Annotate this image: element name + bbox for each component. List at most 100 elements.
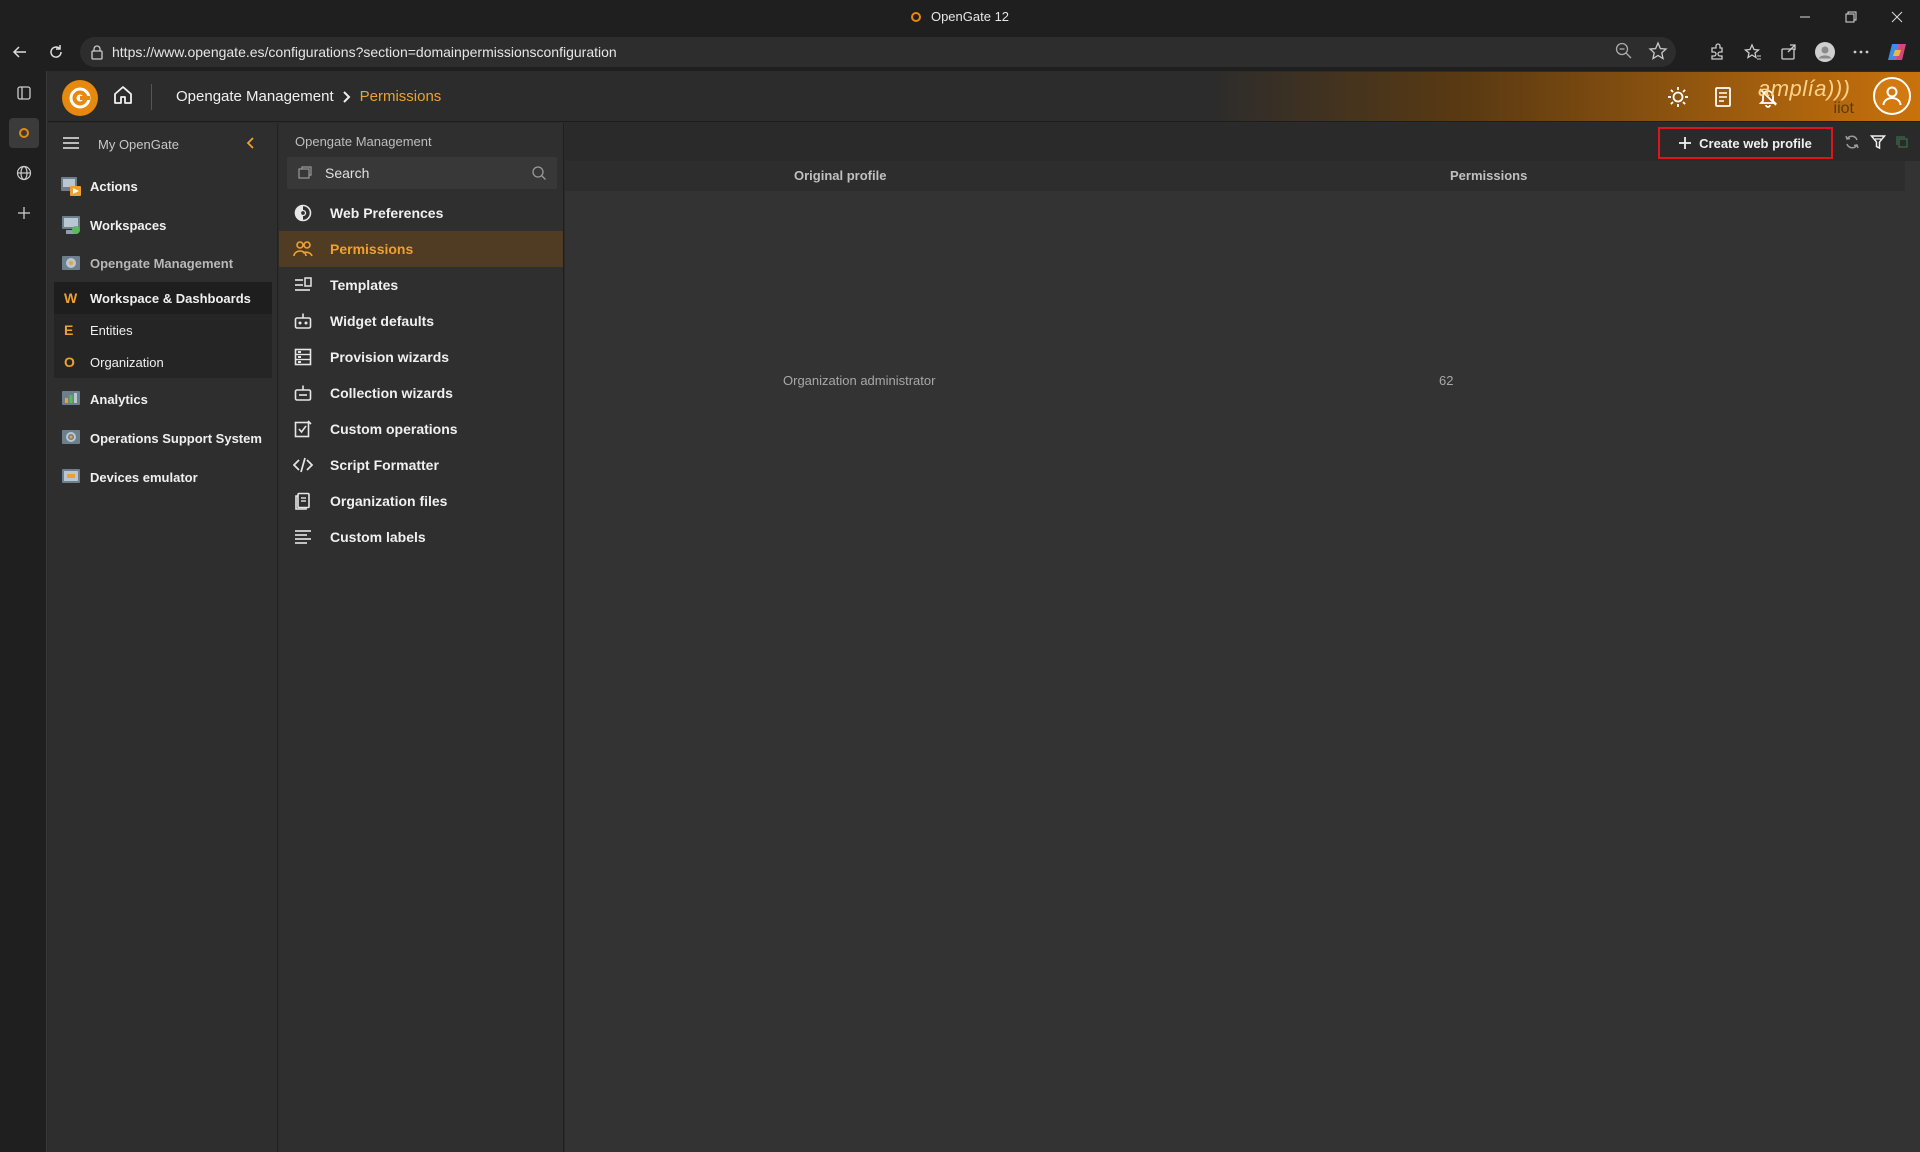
subitem-label: Entities (90, 322, 133, 338)
breadcrumb-item-permissions: Permissions (359, 88, 442, 105)
more-options-icon[interactable] (1846, 36, 1876, 68)
submenu-search[interactable] (287, 157, 557, 189)
main-content: Create web profile Original profile Perm… (565, 123, 1920, 1152)
cell-permissions-count: 62 (1439, 373, 1454, 388)
submenu-item-organization-files[interactable]: Organization files (279, 483, 563, 519)
back-button[interactable] (2, 36, 38, 68)
favorite-star-icon[interactable] (1648, 41, 1668, 61)
cell-original-profile: Organization administrator (783, 373, 936, 388)
nav-item-oss[interactable]: Operations Support System (48, 420, 278, 456)
left-menu-title[interactable]: My OpenGate (98, 137, 179, 152)
users-group-icon (293, 240, 313, 258)
submenu-item-label: Provision wizards (330, 349, 450, 365)
search-icon[interactable] (531, 165, 547, 181)
filter-icon[interactable] (1867, 131, 1889, 153)
collapse-menu-chevron-icon[interactable] (246, 137, 256, 149)
hamburger-menu-icon[interactable] (62, 135, 80, 151)
new-tab-icon[interactable] (0, 195, 47, 231)
submenu-item-label: Templates (330, 277, 399, 293)
submenu-item-script-formatter[interactable]: Script Formatter (279, 447, 563, 483)
app-header: Opengate Management Permissions amplía))… (48, 72, 1920, 122)
management-submenu: Opengate Management Web Preferences Perm… (279, 123, 564, 1152)
submenu-item-label: Web Preferences (330, 205, 444, 221)
browser-extras (1702, 36, 1912, 68)
copy-icon[interactable] (1891, 131, 1913, 153)
submenu-item-label: Organization files (330, 493, 448, 509)
submenu-item-collection-wizards[interactable]: Collection wizards (279, 375, 563, 411)
address-actions (1614, 41, 1668, 61)
actions-icon (60, 175, 82, 197)
table-row[interactable]: Organization administrator 62 (565, 373, 1905, 413)
devices-emulator-icon (60, 466, 82, 488)
breadcrumb-item-management[interactable]: Opengate Management (176, 88, 334, 105)
zoom-icon[interactable] (1614, 41, 1634, 61)
tab-actions-icon[interactable] (0, 75, 47, 111)
close-window-button[interactable] (1874, 0, 1920, 33)
submenu-item-templates[interactable]: Templates (279, 267, 563, 303)
share-icon[interactable] (1774, 36, 1804, 68)
restore-button[interactable] (1828, 0, 1874, 33)
column-header-permissions[interactable]: Permissions (1450, 168, 1527, 183)
submenu-item-custom-labels[interactable]: Custom labels (279, 519, 563, 555)
collection-icon (293, 384, 313, 402)
nav-item-devices-emulator[interactable]: Devices emulator (48, 459, 278, 495)
lock-icon (90, 44, 104, 60)
brand-main-text: amplía))) (1758, 76, 1851, 101)
nav-subitem-entities[interactable]: E Entities (54, 314, 272, 346)
copilot-icon[interactable] (1882, 36, 1912, 68)
submenu-item-permissions[interactable]: Permissions (279, 231, 563, 267)
nav-item-label: Devices emulator (90, 469, 198, 485)
submenu-item-custom-operations[interactable]: Custom operations (279, 411, 563, 447)
address-bar[interactable]: https://www.opengate.es/configurations?s… (80, 37, 1676, 67)
refresh-icon[interactable] (1841, 131, 1863, 153)
nav-subitem-organization[interactable]: O Organization (54, 346, 272, 378)
nav-item-actions[interactable]: Actions (48, 168, 278, 204)
submenu-item-label: Custom labels (330, 529, 426, 545)
submenu-item-label: Widget defaults (330, 313, 435, 329)
column-header-original-profile[interactable]: Original profile (794, 168, 886, 183)
release-notes-icon[interactable] (1710, 84, 1736, 110)
browser-toolbar: https://www.opengate.es/configurations?s… (0, 33, 1920, 71)
main-toolbar: Create web profile (565, 123, 1920, 161)
address-url: https://www.opengate.es/configurations?s… (112, 44, 617, 60)
subitem-label: Workspace & Dashboards (90, 290, 251, 306)
nav-item-analytics[interactable]: Analytics (48, 381, 278, 417)
opengate-tab-icon[interactable] (0, 115, 47, 151)
create-web-profile-button[interactable]: Create web profile (1658, 127, 1833, 159)
amplia-iiot-logo: amplía))) iiot (1758, 76, 1868, 118)
extensions-icon[interactable] (1702, 36, 1732, 68)
palette-icon (293, 204, 313, 222)
search-input[interactable] (325, 163, 515, 183)
submenu-item-widget-defaults[interactable]: Widget defaults (279, 303, 563, 339)
favorites-icon[interactable] (1738, 36, 1768, 68)
table-header: Original profile Permissions (565, 161, 1905, 191)
opengate-logo[interactable] (62, 80, 98, 116)
brand-sub-text: iiot (1833, 100, 1854, 117)
minimize-button[interactable] (1782, 0, 1828, 33)
subitem-label: Organization (90, 354, 164, 370)
submenu-item-web-preferences[interactable]: Web Preferences (279, 195, 563, 231)
nav-subitem-workspace-dashboards[interactable]: W Workspace & Dashboards (54, 282, 272, 314)
profile-icon[interactable] (1810, 36, 1840, 68)
submenu-item-provision-wizards[interactable]: Provision wizards (279, 339, 563, 375)
nav-item-opengate-management[interactable]: Opengate Management (48, 245, 278, 281)
home-icon[interactable] (112, 84, 134, 106)
reload-button[interactable] (38, 36, 74, 68)
theme-sun-icon[interactable] (1665, 84, 1691, 110)
user-avatar-icon[interactable] (1873, 77, 1911, 115)
submenu-item-label: Collection wizards (330, 385, 453, 401)
create-web-profile-label: Create web profile (1699, 135, 1812, 151)
custom-operation-icon (293, 420, 313, 438)
nav-item-label: Workspaces (90, 217, 167, 233)
code-icon (293, 456, 313, 474)
window-titlebar: OpenGate 12 (0, 0, 1920, 33)
window-controls (1782, 0, 1920, 33)
submenu-item-label: Custom operations (330, 421, 458, 437)
left-menu-header: My OpenGate (48, 123, 278, 165)
search-scope-icon (297, 165, 313, 181)
nav-item-workspaces[interactable]: Workspaces (48, 207, 278, 243)
analytics-icon (60, 388, 82, 410)
subitem-letter: O (64, 354, 75, 370)
globe-tab-icon[interactable] (0, 155, 47, 191)
wizard-icon (293, 348, 313, 366)
